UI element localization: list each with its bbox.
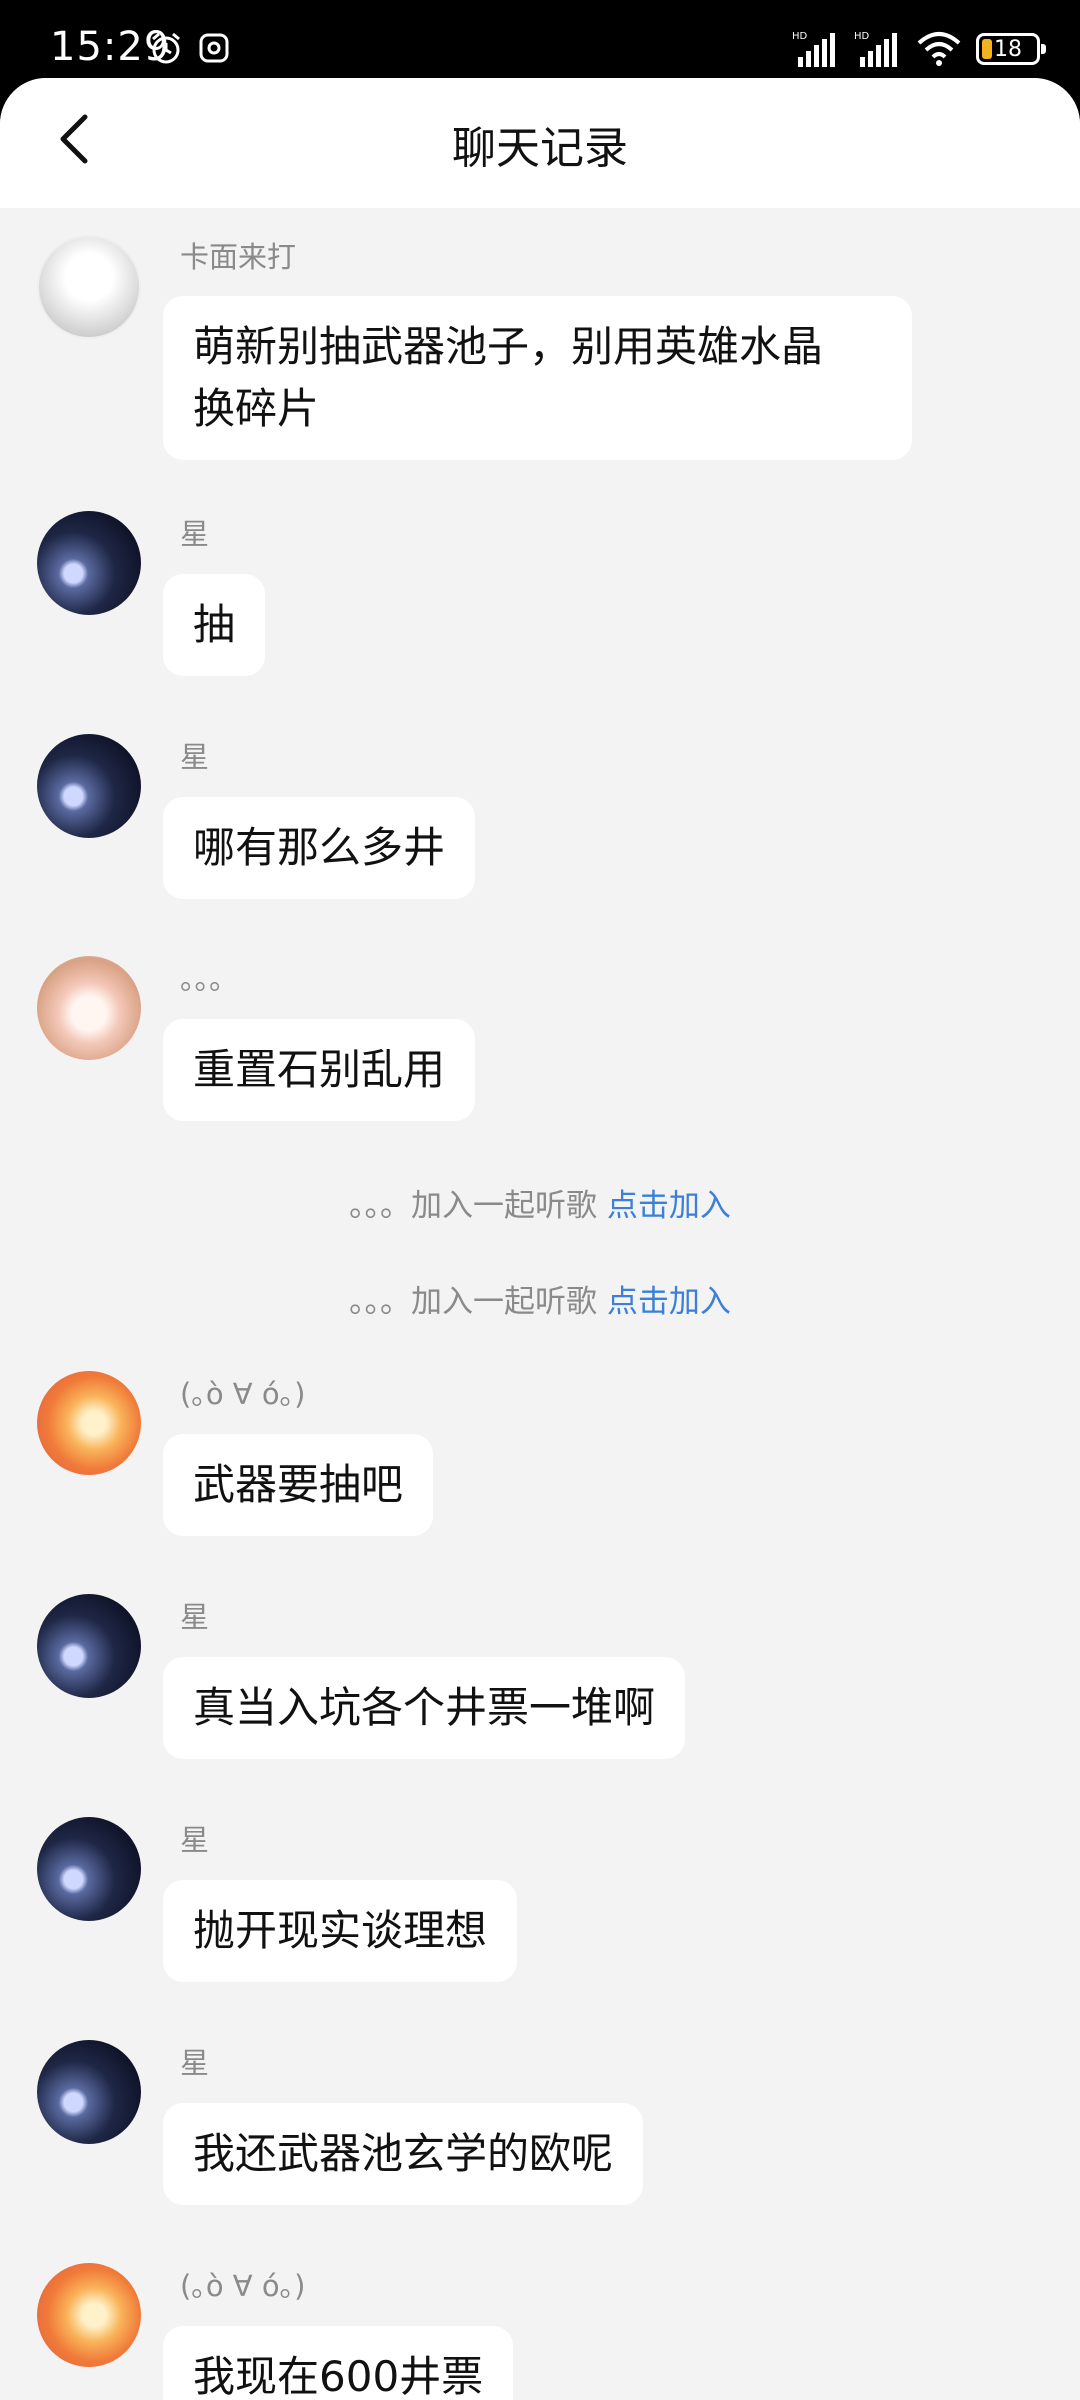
signal-hd-icon: HD <box>792 31 835 67</box>
message-bubble[interactable]: 哪有那么多井 <box>163 797 476 899</box>
message-bubble[interactable]: 抛开现实谈理想 <box>163 1880 518 1982</box>
message-bubble[interactable]: 抽 <box>163 574 266 676</box>
avatar[interactable] <box>37 2040 141 2144</box>
sender-name: 卡面来打 <box>180 240 297 274</box>
sender-name: (｡ò ∀ ó｡) <box>180 2269 306 2303</box>
avatar[interactable] <box>37 1371 141 1475</box>
status-icons: HD HD 18 <box>792 24 1046 74</box>
join-link[interactable]: 点击加入 <box>607 1284 731 1320</box>
sender-name: 。。。 <box>180 962 239 996</box>
header-bar: 聊天记录 <box>0 78 1080 208</box>
avatar[interactable] <box>37 956 141 1060</box>
battery-icon: 18 <box>976 33 1046 65</box>
avatar[interactable] <box>37 1594 141 1698</box>
signal-hd-icon: HD <box>854 31 897 67</box>
sender-name: 星 <box>180 2046 210 2080</box>
system-notice: 。。。加入一起听歌 点击加入 <box>0 1180 1080 1225</box>
page-title: 聊天记录 <box>452 123 628 174</box>
avatar[interactable] <box>37 1817 141 1921</box>
alarm-icon <box>152 32 180 64</box>
system-notice-text: 。。。加入一起听歌 <box>349 1188 598 1224</box>
system-notice-text: 。。。加入一起听歌 <box>349 1284 598 1320</box>
wifi-icon <box>917 32 961 66</box>
sender-name: 星 <box>180 1823 210 1857</box>
avatar[interactable] <box>37 734 141 838</box>
avatar[interactable] <box>37 511 141 615</box>
sender-name: (｡ò ∀ ó｡) <box>180 1377 306 1411</box>
message-bubble[interactable]: 萌新别抽武器池子，别用英雄水晶 换碎片 <box>163 296 912 460</box>
sender-name: 星 <box>180 740 210 774</box>
avatar[interactable] <box>37 2263 141 2367</box>
message-bubble[interactable]: 重置石别乱用 <box>163 1019 476 1121</box>
settings-icon <box>199 33 229 63</box>
sender-name: 星 <box>180 1600 210 1634</box>
svg-text:HD: HD <box>854 31 870 42</box>
join-link[interactable]: 点击加入 <box>607 1188 731 1224</box>
sender-name: 星 <box>180 517 210 551</box>
system-notice: 。。。加入一起听歌 点击加入 <box>0 1276 1080 1321</box>
message-bubble[interactable]: 武器要抽吧 <box>163 1434 434 1536</box>
message-bubble[interactable]: 我现在600井票 <box>163 2326 514 2400</box>
message-bubble[interactable]: 我还武器池玄学的欧呢 <box>163 2103 644 2205</box>
svg-text:HD: HD <box>792 31 808 42</box>
avatar[interactable] <box>37 235 141 339</box>
battery-level: 18 <box>994 36 1022 62</box>
message-bubble[interactable]: 真当入坑各个井票一堆啊 <box>163 1657 686 1759</box>
chat-history-screen: 聊天记录 卡面来打 萌新别抽武器池子，别用英雄水晶 换碎片 星 抽 星 哪有那么… <box>0 78 1080 2400</box>
